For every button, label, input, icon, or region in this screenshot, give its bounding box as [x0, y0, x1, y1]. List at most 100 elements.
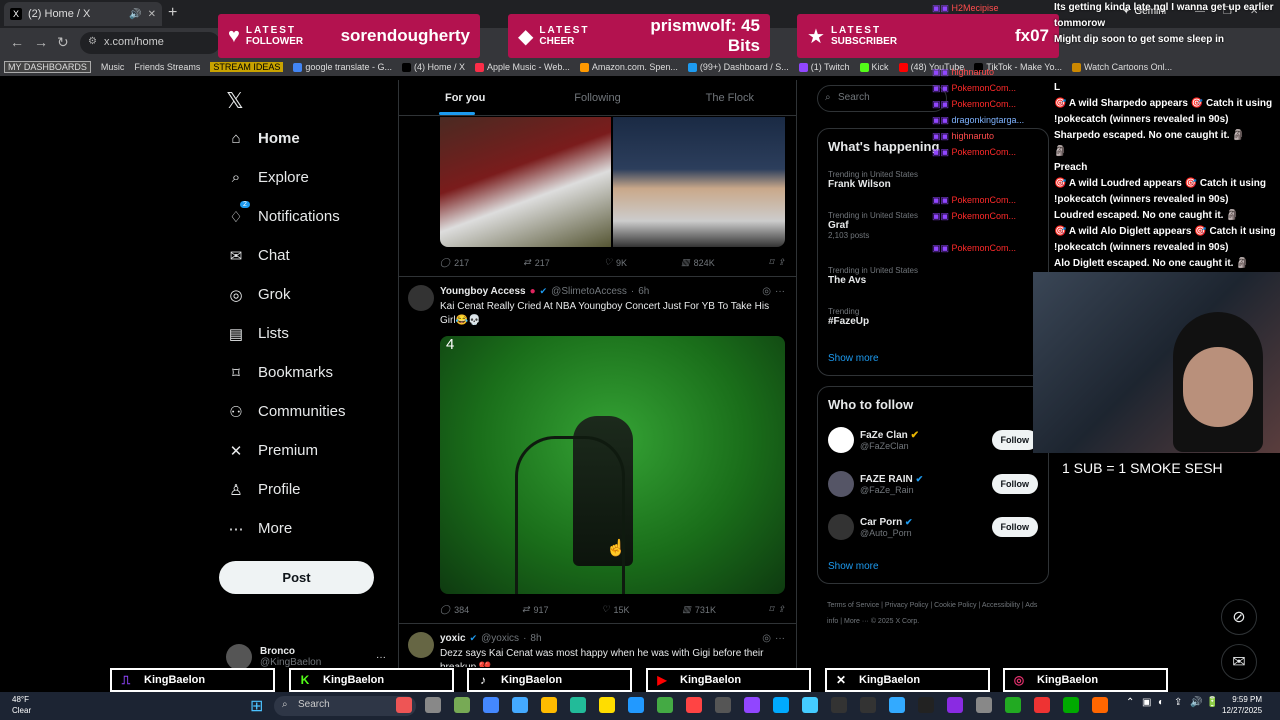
forward-icon[interactable]: → — [34, 34, 48, 50]
trend-item[interactable]: Trending in United States Frank Wilson — [828, 170, 918, 190]
share-icon[interactable]: ⇪ — [777, 604, 785, 615]
follow-suggestion[interactable]: FaZe Clan ✔ @FaZeClan Follow — [828, 427, 1038, 453]
trend-item[interactable]: Trending in United States Graf 2,103 posts — [828, 211, 918, 240]
tab-the-flock[interactable]: The Flock — [664, 80, 796, 115]
bookmark-item[interactable]: Music — [101, 62, 125, 72]
author-handle[interactable]: @SlimetoAccess — [551, 286, 627, 297]
taskbar-app-icon[interactable] — [483, 697, 499, 713]
like-button[interactable]: ♡ 15K — [601, 604, 629, 615]
bookmark-item[interactable]: Amazon.com. Spen... — [579, 62, 678, 72]
bookmark-item[interactable]: Apple Music - Web... — [474, 62, 570, 72]
tab-close-icon[interactable]: ✕ — [148, 9, 156, 20]
taskbar-app-icon[interactable] — [860, 697, 876, 713]
taskbar-app-icon[interactable] — [918, 697, 934, 713]
taskbar-app-icon[interactable] — [396, 697, 412, 713]
views-button[interactable]: ▥ 731K — [682, 604, 716, 615]
nav-profile[interactable]: ♙ Profile — [218, 470, 398, 509]
taskbar-app-icon[interactable] — [889, 697, 905, 713]
tweet-image[interactable] — [613, 117, 785, 247]
follow-button[interactable]: Follow — [991, 430, 1038, 450]
more-dots-icon[interactable]: ··· — [376, 652, 386, 663]
browser-tab[interactable]: X (2) Home / X 🔊 ✕ — [4, 2, 162, 26]
author-handle[interactable]: @yoxics — [481, 633, 519, 644]
bookmark-item[interactable]: Kick — [859, 62, 889, 72]
taskbar-app-icon[interactable] — [657, 697, 673, 713]
nav-grok[interactable]: ◎ Grok — [218, 275, 398, 314]
tray-icon[interactable]: ⇪ — [1174, 697, 1182, 708]
bookmark-item[interactable]: (4) Home / X — [401, 62, 465, 72]
show-more-link[interactable]: Show more — [828, 353, 879, 364]
taskbar-app-icon[interactable] — [831, 697, 847, 713]
url-field[interactable]: ⚙ x.com/home — [80, 32, 220, 54]
follow-suggestion[interactable]: Car Porn ✔ @Auto_Porn Follow — [828, 514, 1038, 540]
retweet-button[interactable]: ⇄ 217 — [523, 257, 550, 268]
nav-notifications[interactable]: ♢ 2 Notifications — [218, 197, 398, 236]
bookmark-item[interactable]: (1) Twitch — [798, 62, 850, 72]
site-info-icon[interactable]: ⚙ — [88, 36, 97, 47]
nav-chat[interactable]: ✉ Chat — [218, 236, 398, 275]
tray-icon[interactable]: ◐ — [1158, 697, 1164, 708]
show-more-link[interactable]: Show more — [828, 561, 879, 572]
nav-bookmarks[interactable]: ⌑ Bookmarks — [218, 353, 398, 392]
more-dots-icon[interactable]: ··· — [775, 633, 785, 644]
tab-following[interactable]: Following — [531, 80, 663, 115]
new-tab-button[interactable]: + — [168, 4, 177, 22]
bookmark-item[interactable]: MY DASHBOARDS — [4, 61, 91, 73]
taskbar-app-icon[interactable] — [512, 697, 528, 713]
x-logo-icon[interactable]: 𝕏 — [226, 88, 244, 114]
follow-button[interactable]: Follow — [991, 517, 1038, 537]
tray-icon[interactable]: ▣ — [1142, 697, 1151, 708]
taskbar-app-icon[interactable] — [599, 697, 615, 713]
taskbar-app-icon[interactable] — [976, 697, 992, 713]
nav-home[interactable]: ⌂ Home — [218, 119, 398, 158]
grok-icon[interactable]: ◎ — [762, 633, 771, 644]
account-switcher[interactable]: Bronco @KingBaelon ··· — [226, 644, 386, 670]
taskbar-app-icon[interactable] — [570, 697, 586, 713]
bookmark-icon[interactable]: ⌑ — [769, 604, 774, 615]
nav-communities[interactable]: ⚇ Communities — [218, 392, 398, 431]
author-name[interactable]: Youngboy Access — [440, 286, 526, 297]
taskbar-app-icon[interactable] — [1092, 697, 1108, 713]
nav-explore[interactable]: ⌕ Explore — [218, 158, 398, 197]
bookmark-icon[interactable]: ⌑ — [769, 257, 774, 268]
reload-icon[interactable]: ↻ — [57, 34, 69, 51]
follow-suggestion[interactable]: FAZE RAIN ✔ @FaZe_Rain Follow — [828, 471, 1038, 497]
reply-button[interactable]: ◯ 217 — [440, 257, 469, 268]
avatar[interactable] — [408, 632, 434, 658]
weather-widget[interactable]: 48°F Clear — [12, 694, 31, 716]
more-dots-icon[interactable]: ··· — [775, 286, 785, 297]
taskbar-app-icon[interactable] — [425, 697, 441, 713]
footer-links[interactable]: Terms of Service | Privacy Policy | Cook… — [827, 598, 1047, 630]
post-button[interactable]: Post — [219, 561, 374, 594]
taskbar-app-icon[interactable] — [541, 697, 557, 713]
tab-for-you[interactable]: For you — [399, 80, 531, 115]
nav-more[interactable]: ⋯ More — [218, 509, 398, 548]
taskbar-app-icon[interactable] — [454, 697, 470, 713]
tray-icon[interactable]: 🔋 — [1206, 697, 1218, 708]
taskbar-app-icon[interactable] — [744, 697, 760, 713]
retweet-button[interactable]: ⇄ 917 — [522, 604, 549, 615]
messages-floating-button[interactable]: ✉ — [1221, 644, 1257, 680]
tray-icon[interactable]: ⌃ — [1126, 697, 1134, 708]
tweet-image[interactable] — [440, 117, 611, 247]
author-name[interactable]: yoxic — [440, 633, 466, 644]
like-button[interactable]: ♡ 9K — [604, 257, 627, 268]
grok-floating-button[interactable]: ⊘ — [1221, 599, 1257, 635]
trend-item[interactable]: Trending in United States The Avs — [828, 266, 918, 286]
taskbar-search[interactable]: ⌕ Search — [274, 696, 416, 716]
back-icon[interactable]: ← — [10, 34, 24, 50]
nav-lists[interactable]: ▤ Lists — [218, 314, 398, 353]
taskbar-app-icon[interactable] — [1034, 697, 1050, 713]
avatar[interactable] — [408, 285, 434, 311]
taskbar-app-icon[interactable] — [802, 697, 818, 713]
views-button[interactable]: ▥ 824K — [681, 257, 715, 268]
bookmark-item[interactable]: Friends Streams — [134, 62, 200, 72]
trend-item[interactable]: Trending #FazeUp — [828, 307, 869, 327]
windows-start-icon[interactable]: ⊞ — [250, 696, 263, 716]
speaker-icon[interactable]: 🔊 — [129, 9, 141, 20]
taskbar-app-icon[interactable] — [715, 697, 731, 713]
follow-button[interactable]: Follow — [991, 474, 1038, 494]
tray-icon[interactable]: 🔊 — [1190, 697, 1202, 708]
taskbar-app-icon[interactable] — [686, 697, 702, 713]
system-clock[interactable]: 9:59 PM 12/27/2025 — [1222, 694, 1262, 716]
